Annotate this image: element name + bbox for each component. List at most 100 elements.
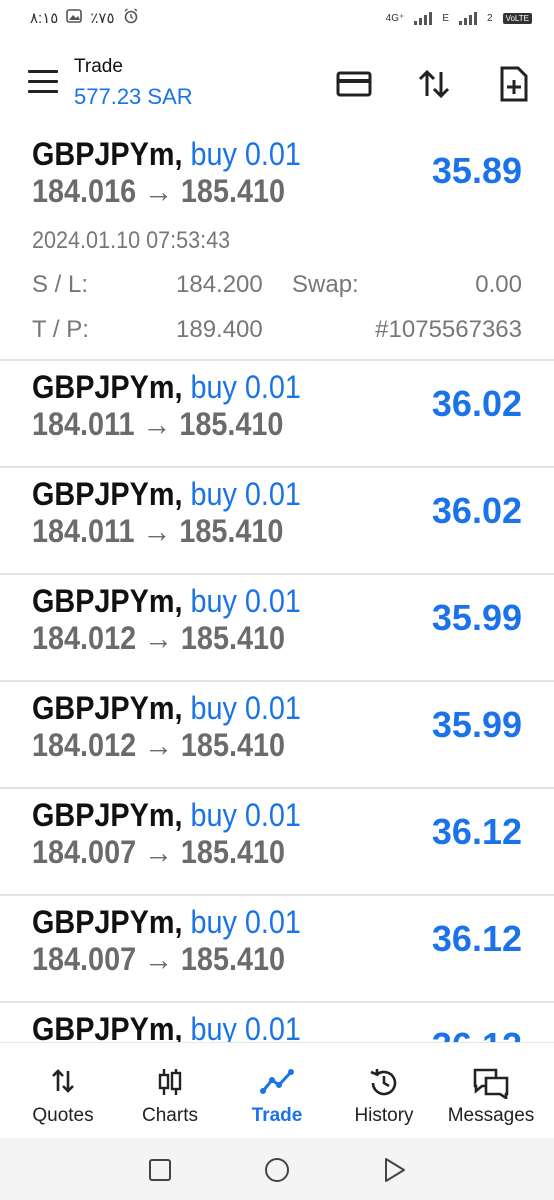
nav-messages[interactable]: Messages	[436, 1043, 546, 1139]
recent-apps-icon[interactable]	[146, 1156, 174, 1184]
price-line: 184.012 → 185.410	[32, 727, 285, 764]
price-line: 184.007 → 185.410	[32, 941, 285, 978]
open-price: 184.011	[32, 513, 135, 549]
profit-value: 36.12	[431, 811, 522, 852]
position-row[interactable]: GBPJPYm, buy 0.01 184.012 → 185.410 35.9…	[0, 682, 554, 789]
open-time: 2024.01.10 07:53:43	[32, 227, 231, 254]
battery-percent: ٪٧٥	[90, 10, 115, 27]
nav-history[interactable]: History	[329, 1043, 439, 1139]
status-bar: ٨:١٥ ٪٧٥ 4G⁺ E 2 VoLTE	[0, 0, 554, 36]
order-side: buy 0.01	[190, 476, 301, 512]
network-type: 4G⁺	[385, 12, 405, 24]
position-row[interactable]: GBPJPYm, buy 0.01 184.007 → 185.410 36.1…	[0, 896, 554, 1003]
price-line: 184.011 → 185.410	[32, 513, 283, 550]
account-balance: 577.23 SAR	[74, 84, 193, 109]
price-line: 184.016 → 185.410	[32, 173, 285, 210]
arrow-icon: →	[144, 834, 173, 870]
nav-label: History	[354, 1105, 414, 1126]
swap-label: Swap:	[292, 271, 359, 298]
position-row[interactable]: GBPJPYm, buy 0.01 184.012 → 185.410 35.9…	[0, 575, 554, 682]
open-price: 184.007	[32, 834, 137, 870]
profit-value: 36.02	[431, 490, 522, 531]
open-price: 184.007	[32, 941, 137, 977]
position-row[interactable]: GBPJPYm, buy 0.01 184.016 → 185.410 35.8…	[0, 128, 554, 361]
nav-trade[interactable]: Trade	[222, 1043, 332, 1139]
symbol: GBPJPYm,	[32, 797, 183, 833]
app-header: Trade 577.23 SAR	[0, 50, 554, 114]
messages-icon	[472, 1067, 510, 1104]
profit-value: 35.99	[431, 597, 522, 638]
position-row[interactable]: GBPJPYm, buy 0.01 36.12	[0, 1003, 554, 1042]
open-price: 184.016	[32, 173, 137, 209]
symbol: GBPJPYm,	[32, 583, 183, 619]
credit-card-icon[interactable]	[334, 64, 374, 104]
current-price: 185.410	[180, 620, 286, 656]
open-price: 184.012	[32, 727, 137, 763]
current-price: 185.410	[180, 834, 286, 870]
back-icon[interactable]	[380, 1156, 408, 1184]
nav-charts[interactable]: Charts	[115, 1043, 225, 1139]
volte-badge: VoLTE	[502, 12, 532, 24]
position-row[interactable]: GBPJPYm, buy 0.01 184.011 → 185.410 36.0…	[0, 468, 554, 575]
status-time: ٨:١٥	[30, 10, 59, 27]
order-side: buy 0.01	[190, 369, 301, 405]
tp-ticket-row: T / P: 189.400 #1075567363	[32, 316, 522, 348]
nav-label: Messages	[447, 1105, 535, 1126]
signal-icon-2	[459, 11, 478, 25]
order-side: buy 0.01	[190, 136, 301, 172]
tp-value: 189.400	[176, 316, 263, 343]
current-price: 185.410	[179, 406, 284, 442]
symbol: GBPJPYm,	[32, 904, 183, 940]
nav-label: Charts	[142, 1105, 198, 1126]
history-icon	[368, 1067, 400, 1104]
page-title: Trade	[74, 56, 123, 77]
nav-label: Trade	[251, 1105, 303, 1126]
sim2-label: 2	[487, 12, 493, 24]
current-price: 185.410	[180, 941, 286, 977]
arrow-icon: →	[144, 941, 173, 977]
new-order-icon[interactable]	[494, 64, 534, 104]
current-price: 185.410	[179, 513, 284, 549]
position-title: GBPJPYm, buy 0.01	[32, 476, 301, 513]
position-title: GBPJPYm, buy 0.01	[32, 136, 301, 173]
status-left: ٨:١٥ ٪٧٥	[30, 8, 139, 28]
profit-value: 35.99	[431, 704, 522, 745]
arrow-icon: →	[142, 406, 172, 442]
current-price: 185.410	[180, 727, 286, 763]
price-line: 184.012 → 185.410	[32, 620, 285, 657]
status-right: 4G⁺ E 2 VoLTE	[386, 11, 532, 25]
arrow-icon: →	[144, 620, 173, 656]
system-nav-bar	[0, 1138, 554, 1200]
position-row[interactable]: GBPJPYm, buy 0.01 184.007 → 185.410 36.1…	[0, 789, 554, 896]
bottom-nav: Quotes Charts Trade History Messages	[0, 1042, 554, 1139]
position-title: GBPJPYm, buy 0.01	[32, 797, 301, 834]
sort-icon[interactable]	[414, 64, 454, 104]
alarm-icon	[123, 8, 139, 28]
symbol: GBPJPYm,	[32, 136, 183, 172]
price-line: 184.011 → 185.410	[32, 406, 283, 443]
sl-swap-row: S / L: 184.200 Swap: 0.00	[32, 271, 522, 303]
home-icon[interactable]	[263, 1156, 291, 1184]
sl-label: S / L:	[32, 271, 89, 298]
symbol: GBPJPYm,	[32, 476, 183, 512]
position-title: GBPJPYm, buy 0.01	[32, 369, 301, 406]
order-side: buy 0.01	[190, 583, 301, 619]
menu-button[interactable]	[28, 70, 58, 94]
sl-value: 184.200	[176, 271, 263, 298]
current-price: 185.410	[180, 173, 286, 209]
gallery-icon	[66, 9, 83, 27]
arrow-icon: →	[142, 513, 172, 549]
ticket-number: #1075567363	[375, 316, 522, 343]
nav-quotes[interactable]: Quotes	[8, 1043, 118, 1139]
trade-icon	[260, 1067, 294, 1100]
position-title: GBPJPYm, buy 0.01	[32, 583, 301, 620]
price-line: 184.007 → 185.410	[32, 834, 285, 871]
position-title: GBPJPYm, buy 0.01	[32, 904, 301, 941]
position-title: GBPJPYm, buy 0.01	[32, 1011, 301, 1042]
order-side: buy 0.01	[190, 797, 301, 833]
tp-label: T / P:	[32, 316, 89, 343]
open-price: 184.011	[32, 406, 135, 442]
swap-value: 0.00	[475, 271, 522, 298]
positions-list[interactable]: GBPJPYm, buy 0.01 184.016 → 185.410 35.8…	[0, 128, 554, 1042]
position-row[interactable]: GBPJPYm, buy 0.01 184.011 → 185.410 36.0…	[0, 361, 554, 468]
